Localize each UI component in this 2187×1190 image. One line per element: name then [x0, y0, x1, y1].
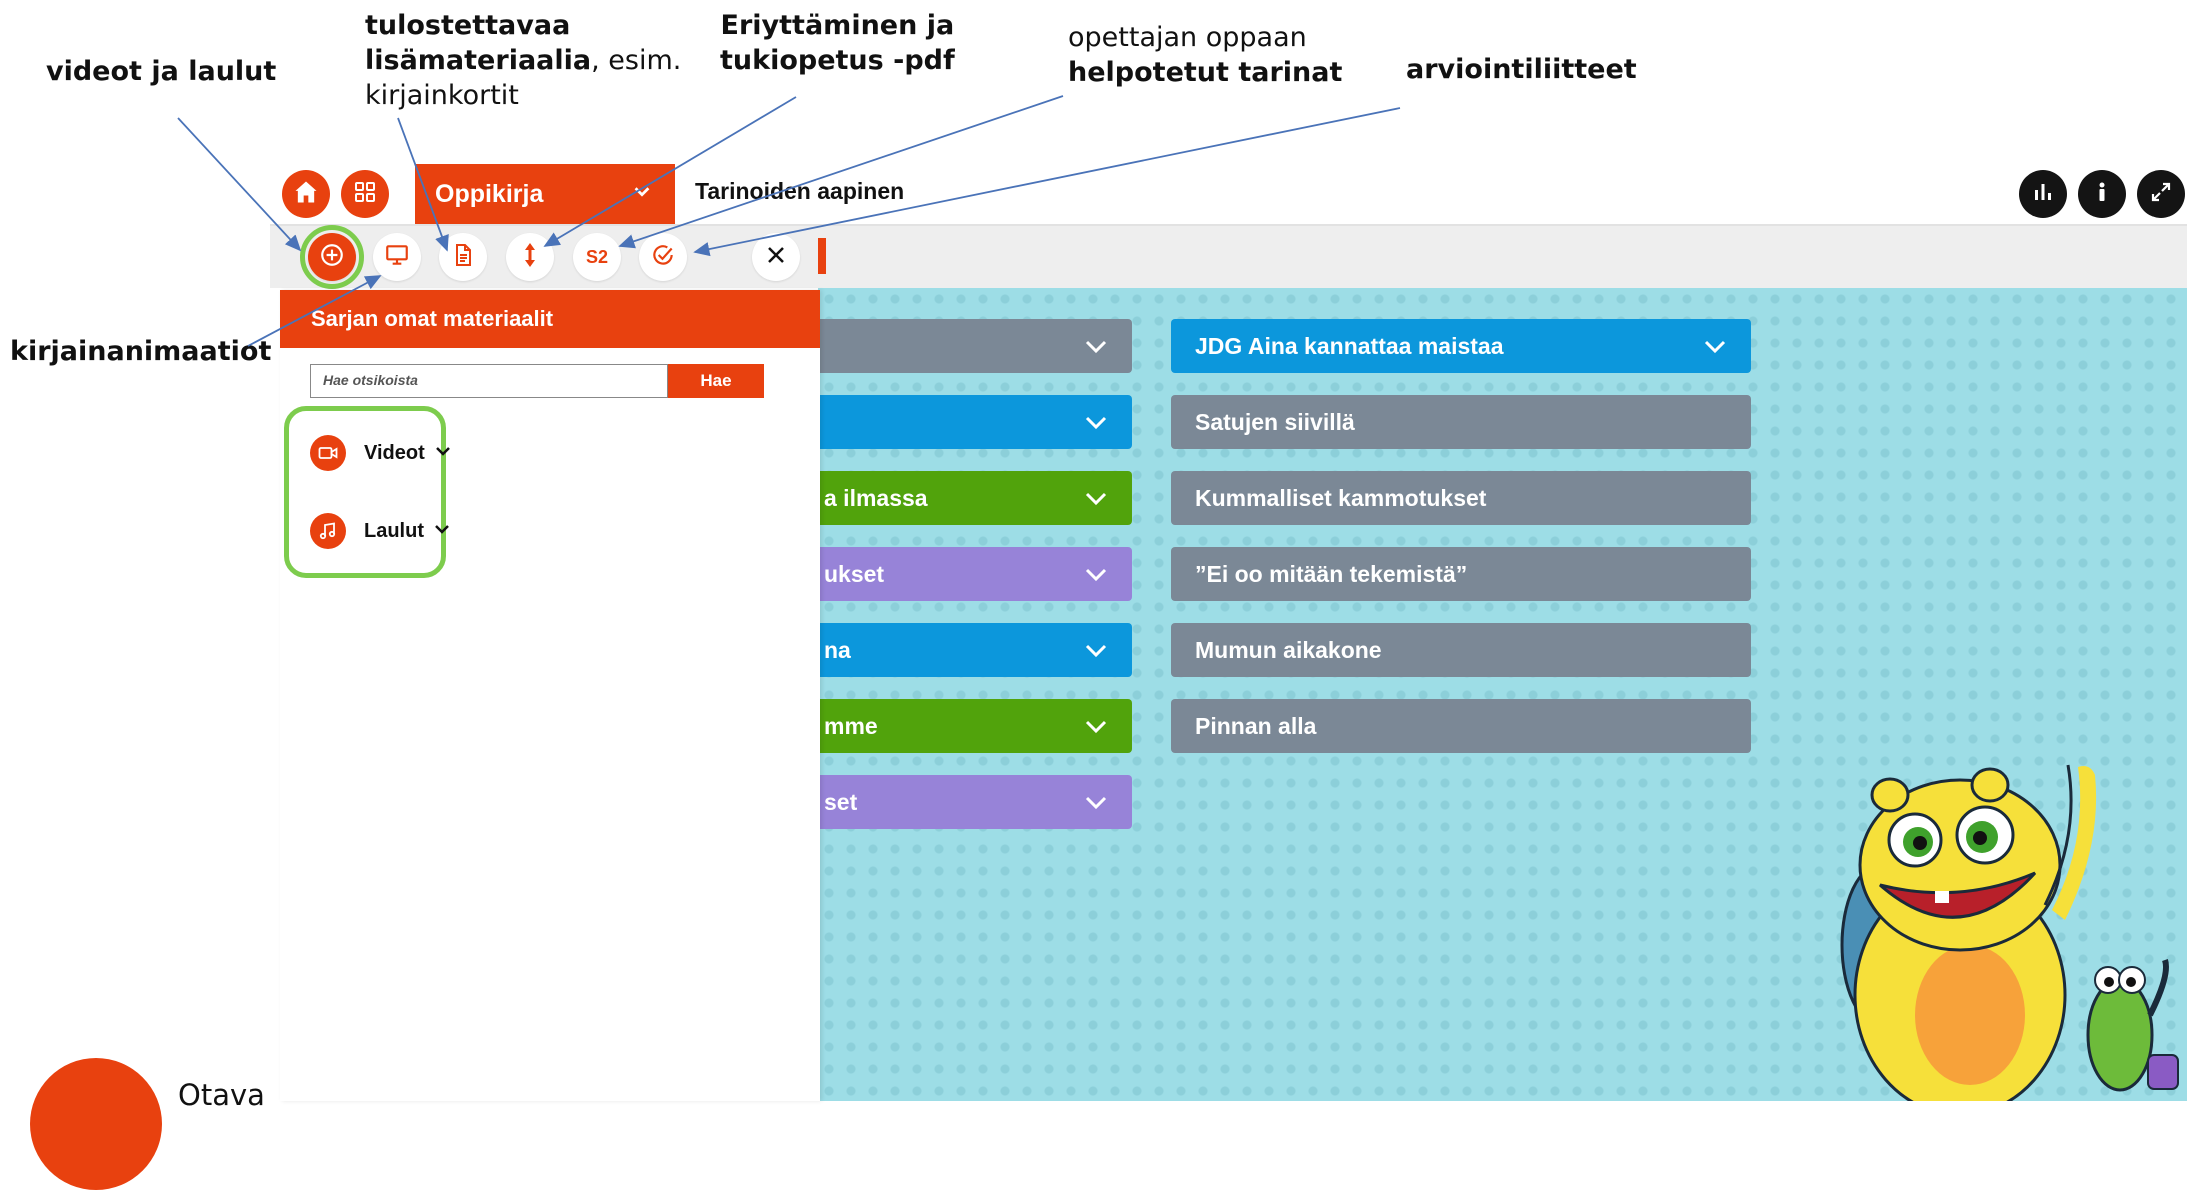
annotation-teacher-guide: opettajan oppaan helpotetut tarinat [1068, 22, 1343, 88]
active-indicator [818, 238, 826, 274]
close-toolbar-button[interactable] [752, 233, 800, 281]
chevron-down-icon [1084, 716, 1108, 743]
grid-icon [354, 181, 376, 208]
chevron-down-icon [1084, 412, 1108, 439]
home-button[interactable] [282, 170, 330, 218]
book-title: Tarinoiden aapinen [695, 178, 905, 204]
s2-button[interactable]: S2 [573, 233, 621, 281]
chapter-bar[interactable]: Pinnan alla [1171, 699, 1751, 753]
chevron-down-icon [1084, 640, 1108, 667]
letter-animations-button[interactable] [373, 233, 421, 281]
s2-label: S2 [585, 246, 609, 267]
chapter-bar[interactable]: Mumun aikakone [1171, 623, 1751, 677]
chevron-down-icon [1084, 564, 1108, 591]
book-select[interactable]: Oppikirja [415, 164, 675, 224]
logo-text: Otava [178, 1078, 265, 1112]
fullscreen-button[interactable] [2137, 170, 2185, 218]
chapter-label: Pinnan alla [1195, 712, 1317, 739]
bar-chart-icon [2031, 180, 2055, 209]
chevron-down-icon [1703, 336, 1727, 363]
annotation-videos: videot ja laulut [46, 56, 277, 87]
chapter-label: ”Ei oo mitään tekemistä” [1195, 560, 1468, 587]
category-videos[interactable]: Videot [310, 435, 451, 471]
info-icon [2090, 180, 2114, 209]
annotation-letter-animations: kirjainanimaatiot [10, 336, 272, 367]
assessment-button[interactable] [639, 233, 687, 281]
panel-title: Sarjan omat materiaalit [280, 290, 820, 348]
chapter-label: JDG Aina kannattaa maistaa [1195, 332, 1504, 359]
stats-button[interactable] [2019, 170, 2067, 218]
monitor-icon [384, 242, 410, 273]
home-icon [292, 178, 320, 211]
music-icon [310, 513, 346, 549]
otava-logo [30, 1058, 162, 1190]
category-highlight [284, 406, 446, 578]
chevron-down-icon [1084, 488, 1108, 515]
check-circle-icon [650, 242, 676, 273]
category-label: Videot [364, 441, 425, 464]
category-label: Laulut [364, 519, 424, 542]
annotation-assessment: arviointiliitteet [1406, 54, 1637, 85]
search-input[interactable]: Hae otsikoista [310, 364, 668, 398]
search-button[interactable]: Hae [668, 364, 764, 398]
chapter-bar[interactable]: ”Ei oo mitään tekemistä” [1171, 547, 1751, 601]
mascot-illustration [1820, 755, 2187, 1117]
document-icon [451, 242, 475, 273]
info-button[interactable] [2078, 170, 2126, 218]
series-materials-panel: Sarjan omat materiaalit Hae otsikoista H… [280, 290, 820, 1101]
plus-circle-icon [319, 242, 345, 273]
chevron-down-icon [631, 180, 653, 209]
book-select-label: Oppikirja [435, 179, 544, 208]
chapter-bar[interactable]: JDG Aina kannattaa maistaa [1171, 319, 1751, 373]
chapter-label: Mumun aikakone [1195, 636, 1382, 663]
apps-button[interactable] [341, 170, 389, 218]
chapter-bar[interactable]: Satujen siivillä [1171, 395, 1751, 449]
annotation-differentiation: Eriyttäminen ja tukiopetus -pdf [720, 10, 955, 76]
chevron-down-icon [434, 522, 450, 540]
differentiation-button[interactable] [506, 233, 554, 281]
chevron-down-icon [1084, 792, 1108, 819]
chapter-bar[interactable]: Kummalliset kammotukset [1171, 471, 1751, 525]
chapter-label: Satujen siivillä [1195, 408, 1355, 435]
chevron-down-icon [435, 444, 451, 462]
category-songs[interactable]: Laulut [310, 513, 450, 549]
add-materials-button[interactable] [300, 225, 364, 289]
annotation-printables: tulostettavaa lisämateriaalia, esim. kir… [365, 10, 682, 111]
chapter-label: Kummalliset kammotukset [1195, 484, 1487, 511]
printables-button[interactable] [439, 233, 487, 281]
close-icon [766, 245, 786, 270]
chevron-down-icon [1084, 336, 1108, 363]
video-icon [310, 435, 346, 471]
material-toolbar [270, 226, 2187, 288]
expand-icon [2149, 180, 2173, 209]
vertical-arrows-icon [520, 241, 540, 274]
